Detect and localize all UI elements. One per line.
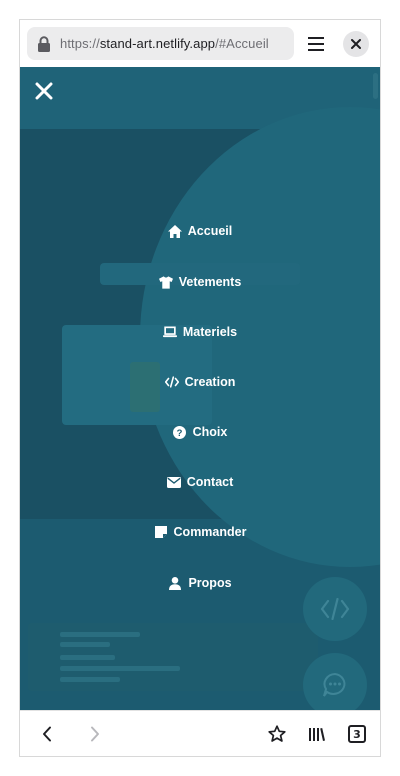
library-icon xyxy=(309,728,325,741)
menu-item-label: Propos xyxy=(188,576,232,590)
library-button[interactable] xyxy=(305,722,329,746)
menu-item-label: Materiels xyxy=(182,325,238,339)
chevron-left-icon xyxy=(43,726,51,742)
tabs-button[interactable]: 3 xyxy=(345,722,369,746)
background-footer xyxy=(28,623,318,691)
menu-item-label: Contact xyxy=(186,475,234,489)
browser-bottom-toolbar: 3 xyxy=(20,710,380,756)
menu-item-accueil[interactable]: Accueil xyxy=(20,218,380,244)
menu-item-choix[interactable]: ? Choix xyxy=(20,419,380,445)
menu-item-contact[interactable]: Contact xyxy=(20,469,380,495)
hamburger-menu-button[interactable] xyxy=(304,32,328,56)
back-button[interactable] xyxy=(35,722,59,746)
envelope-icon xyxy=(166,475,181,489)
menu-item-label: Creation xyxy=(184,375,236,389)
browser-window: https://stand-art.netlify.app/#Accueil A… xyxy=(19,19,381,757)
chat-fab-button[interactable] xyxy=(303,653,367,710)
menu-item-materiels[interactable]: Materiels xyxy=(20,319,380,345)
menu-item-creation[interactable]: Creation xyxy=(20,369,380,395)
page-viewport: Accueil Vetements Materiels Creation ? C… xyxy=(20,67,380,710)
chevron-right-icon xyxy=(91,726,99,742)
question-icon: ? xyxy=(173,425,187,439)
menu-item-label: Choix xyxy=(192,425,228,439)
menu-item-label: Vetements xyxy=(178,275,242,289)
hamburger-icon xyxy=(308,37,324,51)
close-icon xyxy=(35,82,53,100)
close-icon xyxy=(351,39,361,49)
code-icon xyxy=(320,598,350,620)
url-scheme: https:// xyxy=(60,36,100,51)
laptop-icon xyxy=(162,325,177,339)
close-tab-button[interactable] xyxy=(343,31,369,57)
chat-icon xyxy=(323,672,346,697)
close-menu-button[interactable] xyxy=(31,78,57,104)
home-icon xyxy=(167,224,182,238)
url-path: /#Accueil xyxy=(215,36,269,51)
star-icon xyxy=(268,725,286,742)
forward-button[interactable] xyxy=(83,722,107,746)
shirt-icon xyxy=(158,275,173,289)
tab-count-badge: 3 xyxy=(348,725,366,743)
menu-item-vetements[interactable]: Vetements xyxy=(20,269,380,295)
lock-icon xyxy=(38,35,50,52)
note-icon xyxy=(154,525,168,539)
bookmark-button[interactable] xyxy=(265,722,289,746)
menu-item-commander[interactable]: Commander xyxy=(20,519,380,545)
user-icon xyxy=(168,576,182,590)
menu-item-label: Accueil xyxy=(187,224,233,238)
scrollbar-thumb[interactable] xyxy=(373,73,378,99)
url-host: stand-art.netlify.app xyxy=(99,36,216,51)
code-icon xyxy=(164,375,179,389)
browser-toolbar: https://stand-art.netlify.app/#Accueil xyxy=(20,20,380,67)
url-text: https://stand-art.netlify.app/#Accueil xyxy=(60,36,269,51)
menu-item-label: Commander xyxy=(173,525,247,539)
svg-text:?: ? xyxy=(177,428,183,439)
code-fab-button[interactable] xyxy=(303,577,367,641)
url-bar[interactable]: https://stand-art.netlify.app/#Accueil xyxy=(27,27,294,60)
